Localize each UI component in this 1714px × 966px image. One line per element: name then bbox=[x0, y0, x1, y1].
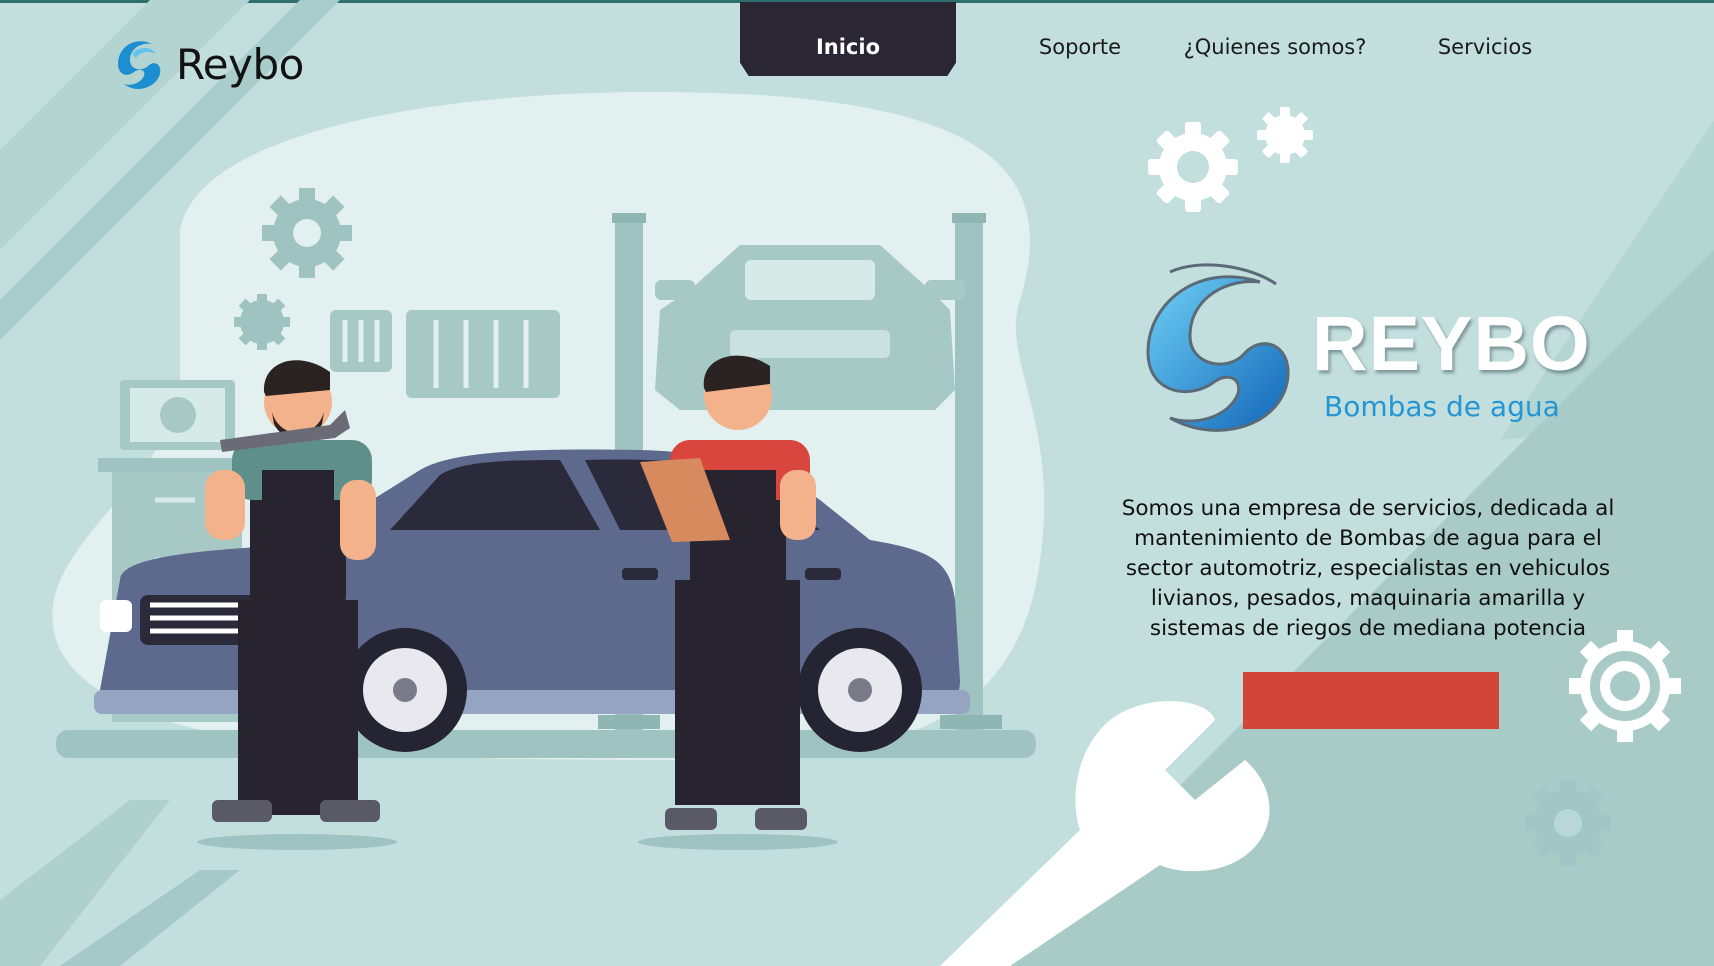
background-decoration bbox=[0, 0, 1714, 966]
main-navigation: Inicio Soporte ¿Quienes somos? Servicios bbox=[740, 0, 1640, 80]
reybo-swirl-icon bbox=[1146, 263, 1290, 432]
reybo-swirl-icon bbox=[118, 41, 161, 89]
gear-icon bbox=[1257, 107, 1313, 163]
brand-name: Reybo bbox=[176, 39, 304, 89]
hero-logo-tagline: Bombas de agua bbox=[1324, 390, 1560, 423]
nav-item-inicio[interactable]: Inicio bbox=[740, 2, 956, 76]
gear-icon bbox=[1148, 122, 1238, 212]
hero-logo: REYBO Bombas de agua bbox=[1130, 262, 1590, 442]
brand-logo[interactable]: Reybo bbox=[108, 34, 304, 94]
company-description: Somos una empresa de servicios, dedicada… bbox=[1121, 495, 1615, 641]
hero-logo-word: REYBO bbox=[1312, 301, 1591, 387]
nav-item-servicios[interactable]: Servicios bbox=[1420, 2, 1550, 76]
nav-item-soporte[interactable]: Soporte bbox=[1025, 2, 1135, 76]
gear-icon bbox=[1525, 780, 1611, 866]
nav-item-quienes-somos[interactable]: ¿Quienes somos? bbox=[1170, 2, 1380, 76]
cta-button[interactable] bbox=[1243, 672, 1499, 729]
